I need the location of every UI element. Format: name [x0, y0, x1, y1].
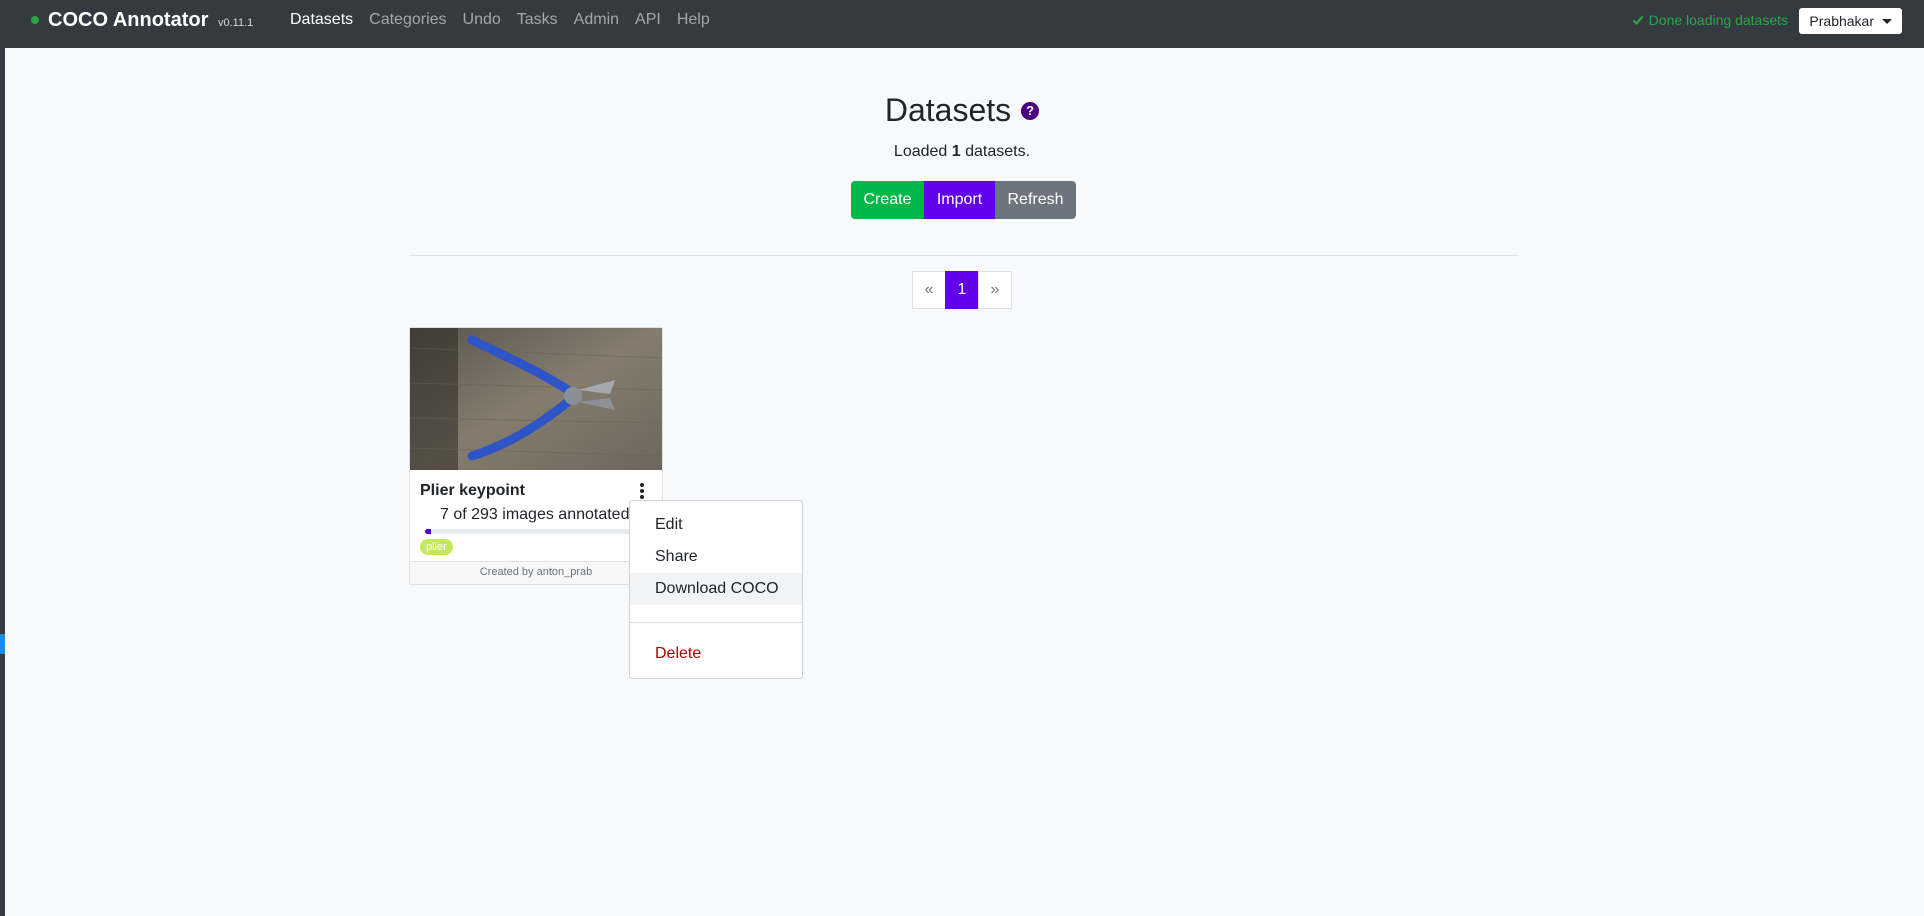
menu-item-download-coco[interactable]: Download COCO: [630, 573, 802, 605]
nav-categories[interactable]: Categories: [369, 10, 446, 30]
dataset-actions: Create Import Refresh: [851, 181, 1076, 219]
edge-marker: [0, 634, 5, 654]
nav-help[interactable]: Help: [677, 10, 710, 30]
caret-down-icon: [1882, 18, 1892, 24]
annotation-progress-fill: [425, 529, 431, 534]
nav-tasks[interactable]: Tasks: [517, 10, 558, 30]
annotation-progress-text: 7 of 293 images annotated: [440, 506, 630, 523]
version-label: v0.11.1: [218, 17, 254, 29]
kebab-menu-icon[interactable]: [637, 483, 647, 499]
brand[interactable]: COCO Annotator: [48, 9, 208, 32]
dataset-options-menu: Edit Share Download COCO Delete: [629, 500, 803, 679]
check-icon: [1632, 15, 1644, 26]
navbar: COCO Annotator v0.11.1 Datasets Categori…: [5, 0, 1924, 48]
user-name: Prabhakar: [1809, 13, 1874, 29]
page-prev-button[interactable]: «: [912, 271, 946, 309]
dataset-name[interactable]: Plier keypoint: [420, 482, 525, 500]
dataset-card[interactable]: Plier keypoint 7 of 293 images annotated…: [409, 327, 663, 585]
loaded-count: 1: [951, 143, 961, 160]
help-icon[interactable]: ?: [1021, 101, 1040, 120]
page-header: Datasets ?: [0, 92, 1924, 129]
create-button[interactable]: Create: [851, 181, 924, 219]
menu-divider: [630, 622, 802, 623]
card-footer: Created by anton_prab: [410, 561, 662, 584]
import-button[interactable]: Import: [924, 181, 995, 219]
nav-undo[interactable]: Undo: [463, 10, 501, 30]
refresh-button[interactable]: Refresh: [995, 181, 1076, 219]
loaded-suffix: datasets.: [965, 143, 1031, 160]
page-next-button[interactable]: »: [978, 271, 1012, 309]
category-tag: plier: [420, 539, 453, 555]
page-current-button[interactable]: 1: [945, 271, 979, 309]
user-menu-button[interactable]: Prabhakar: [1799, 8, 1902, 34]
nav-datasets[interactable]: Datasets: [290, 10, 353, 30]
nav-api[interactable]: API: [635, 10, 661, 30]
divider: [409, 255, 1519, 256]
pagination: « 1 »: [912, 271, 1012, 309]
annotation-progress-bar: [425, 529, 650, 534]
nav-links: Datasets Categories Undo Tasks Admin API…: [290, 10, 710, 30]
loaded-prefix: Loaded: [893, 143, 948, 160]
menu-item-edit[interactable]: Edit: [630, 509, 802, 541]
menu-item-share[interactable]: Share: [630, 541, 802, 573]
loading-status: Done loading datasets: [1632, 12, 1788, 28]
status-dot-icon: [31, 16, 39, 24]
page-title: Datasets ?: [884, 92, 1040, 129]
nav-admin[interactable]: Admin: [574, 10, 619, 30]
loaded-summary: Loaded 1 datasets.: [0, 143, 1924, 161]
dataset-thumbnail[interactable]: [410, 328, 662, 470]
loading-status-text: Done loading datasets: [1648, 12, 1788, 28]
page-title-text: Datasets: [884, 92, 1012, 128]
menu-item-delete[interactable]: Delete: [630, 638, 802, 670]
window-edge: [0, 0, 5, 916]
